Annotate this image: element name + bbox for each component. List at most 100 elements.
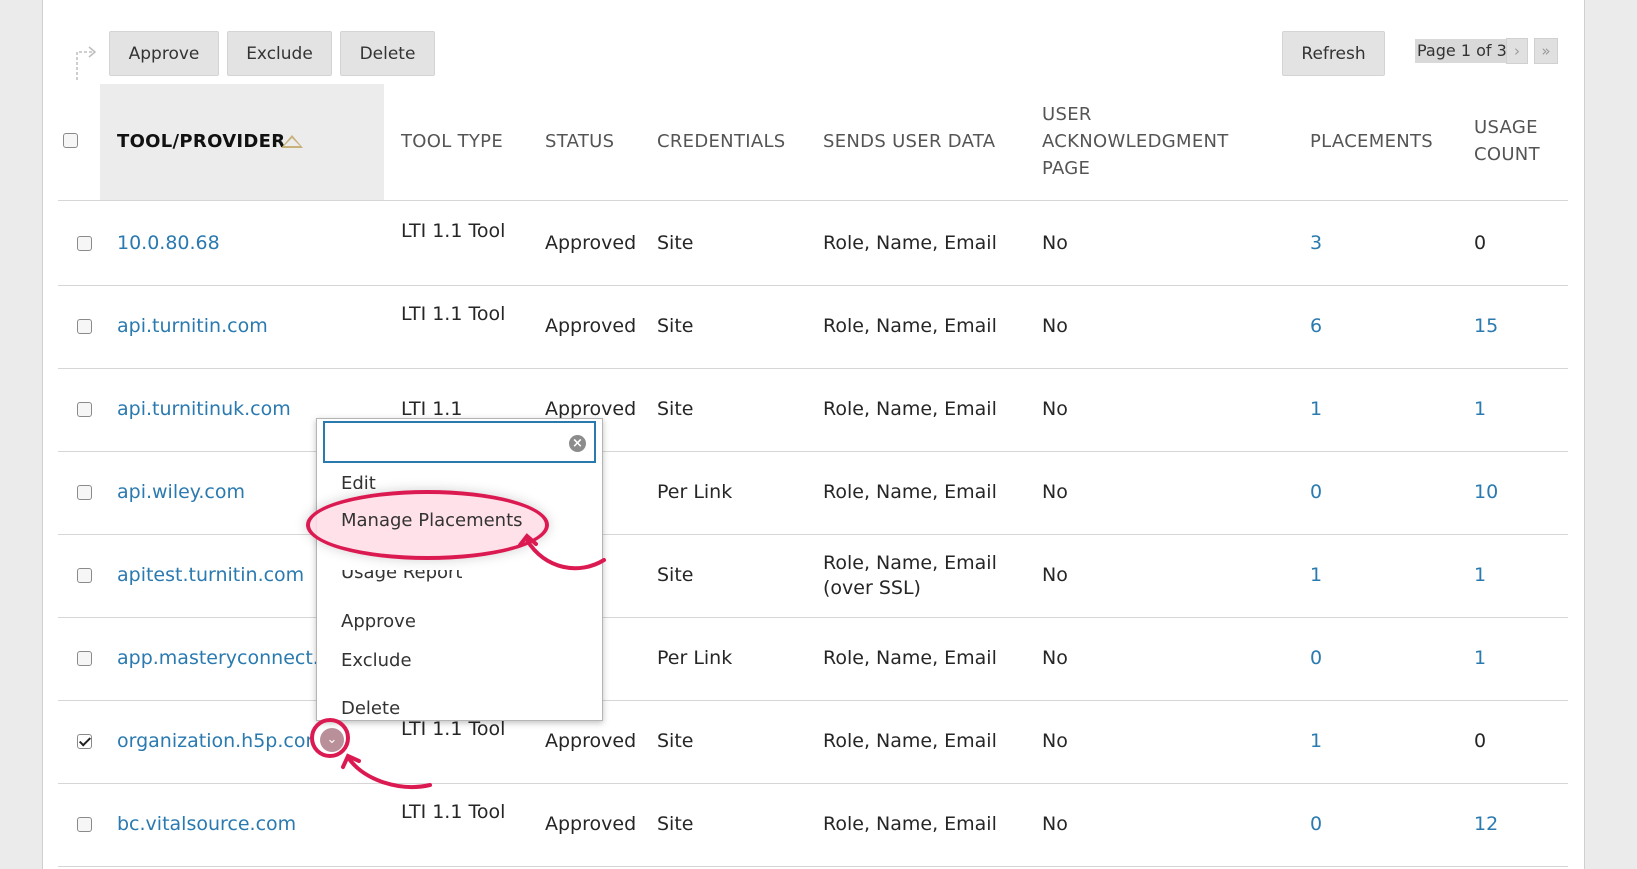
cell-placements[interactable]: 0 bbox=[1310, 480, 1322, 505]
row-checkbox[interactable] bbox=[77, 568, 92, 583]
row-divider bbox=[58, 866, 1568, 867]
cell-usage[interactable]: 1 bbox=[1474, 646, 1486, 671]
column-header-usage-count[interactable]: USAGE COUNT bbox=[1474, 114, 1554, 168]
row-checkbox[interactable] bbox=[77, 319, 92, 334]
cell-status: Approved bbox=[545, 730, 637, 752]
menu-search-input[interactable]: × bbox=[323, 421, 596, 463]
cell-credentials: Per Link bbox=[657, 481, 733, 503]
page-indicator: Page 1 of 3 bbox=[1415, 39, 1509, 63]
cell-sends: Role, Name, Email bbox=[823, 398, 997, 420]
column-header-credentials[interactable]: CREDENTIALS bbox=[657, 128, 786, 155]
cell-ack: No bbox=[1042, 730, 1068, 752]
delete-button[interactable]: Delete bbox=[340, 31, 435, 76]
cell-sends: Role, Name, Email bbox=[823, 730, 997, 752]
cell-placements[interactable]: 1 bbox=[1310, 729, 1322, 754]
exclude-button[interactable]: Exclude bbox=[227, 31, 332, 76]
sort-ascending-icon bbox=[281, 135, 303, 148]
cell-ack: No bbox=[1042, 481, 1068, 503]
cell-provider[interactable]: api.turnitinuk.com bbox=[117, 397, 291, 422]
cell-placements[interactable]: 6 bbox=[1310, 314, 1322, 339]
menu-item-usage-report-label: Usage Report bbox=[341, 570, 463, 583]
approve-button[interactable]: Approve bbox=[109, 31, 219, 76]
cell-usage[interactable]: 1 bbox=[1474, 563, 1486, 588]
cell-ack: No bbox=[1042, 564, 1068, 586]
bulk-action-arrow-icon bbox=[76, 46, 97, 80]
cell-provider[interactable]: app.masteryconnect.c bbox=[117, 646, 329, 671]
column-header-status[interactable]: STATUS bbox=[545, 128, 614, 155]
row-checkbox[interactable] bbox=[77, 485, 92, 500]
cell-placements[interactable]: 1 bbox=[1310, 397, 1322, 422]
cell-sends: Role, Name, Email bbox=[823, 813, 997, 835]
header-divider bbox=[58, 200, 1568, 201]
double-chevron-right-icon[interactable]: » bbox=[1534, 38, 1558, 64]
cell-credentials: Site bbox=[657, 564, 694, 586]
column-header-placements[interactable]: PLACEMENTS bbox=[1310, 128, 1433, 155]
cell-ack: No bbox=[1042, 315, 1068, 337]
cell-credentials: Site bbox=[657, 315, 694, 337]
cell-credentials: Site bbox=[657, 398, 694, 420]
menu-item-delete[interactable]: Delete bbox=[341, 698, 400, 719]
row-divider bbox=[58, 783, 1568, 784]
clear-circle-icon[interactable]: × bbox=[569, 435, 586, 452]
column-header-user-ack-page[interactable]: USER ACKNOWLEDGMENT PAGE bbox=[1042, 101, 1252, 182]
menu-item-approve[interactable]: Approve bbox=[341, 611, 416, 632]
cell-usage[interactable]: 15 bbox=[1474, 314, 1498, 339]
cell-credentials: Per Link bbox=[657, 647, 733, 669]
cell-provider[interactable]: apitest.turnitin.com bbox=[117, 563, 304, 588]
menu-item-exclude[interactable]: Exclude bbox=[341, 650, 412, 671]
cell-placements[interactable]: 3 bbox=[1310, 231, 1322, 256]
row-checkbox[interactable] bbox=[77, 817, 92, 832]
chevron-right-icon[interactable]: › bbox=[1506, 38, 1528, 64]
cell-usage: 0 bbox=[1474, 730, 1487, 752]
cell-provider[interactable]: api.wiley.com bbox=[117, 480, 245, 505]
row-checkbox[interactable] bbox=[77, 734, 92, 749]
cell-ack: No bbox=[1042, 813, 1068, 835]
cell-placements[interactable]: 0 bbox=[1310, 812, 1322, 837]
cell-provider[interactable]: organization.h5p.cor bbox=[117, 729, 313, 754]
cell-sends: Role, Name, Email bbox=[823, 481, 997, 503]
row-checkbox[interactable] bbox=[77, 236, 92, 251]
cell-provider[interactable]: api.turnitin.com bbox=[117, 314, 268, 339]
cell-ack: No bbox=[1042, 232, 1068, 254]
column-header-sends-user-data[interactable]: SENDS USER DATA bbox=[823, 128, 995, 155]
menu-item-usage-report[interactable]: Usage Report bbox=[341, 570, 462, 584]
select-all-checkbox[interactable] bbox=[63, 133, 78, 148]
menu-item-edit[interactable]: Edit bbox=[341, 473, 376, 489]
cell-type: LTI 1.1 Tool bbox=[401, 801, 506, 823]
cell-status: Approved bbox=[545, 315, 637, 337]
cell-sends: Role, Name, Email bbox=[823, 232, 997, 254]
cell-placements[interactable]: 1 bbox=[1310, 563, 1322, 588]
row-checkbox[interactable] bbox=[77, 651, 92, 666]
cell-placements[interactable]: 0 bbox=[1310, 646, 1322, 671]
row-divider bbox=[58, 534, 1568, 535]
cell-usage[interactable]: 1 bbox=[1474, 397, 1486, 422]
cell-credentials: Site bbox=[657, 730, 694, 752]
cell-sends: Role, Name, Email bbox=[823, 315, 997, 337]
cell-provider[interactable]: 10.0.80.68 bbox=[117, 231, 220, 256]
column-header-tool-provider[interactable]: TOOL/PROVIDER bbox=[117, 128, 285, 155]
chevron-down-icon[interactable]: ⌄ bbox=[320, 728, 344, 752]
cell-sends: Role, Name, Email bbox=[823, 647, 997, 669]
cell-usage[interactable]: 12 bbox=[1474, 812, 1498, 837]
cell-provider[interactable]: bc.vitalsource.com bbox=[117, 812, 296, 837]
refresh-button[interactable]: Refresh bbox=[1282, 31, 1385, 76]
menu-item-manage-placements[interactable]: Manage Placements bbox=[341, 510, 523, 531]
row-divider bbox=[58, 368, 1568, 369]
cell-usage[interactable]: 10 bbox=[1474, 480, 1498, 505]
row-divider bbox=[58, 617, 1568, 618]
cell-status: Approved bbox=[545, 813, 637, 835]
cell-type: LTI 1.1 Tool bbox=[401, 303, 506, 325]
column-header-tool-type[interactable]: TOOL TYPE bbox=[401, 128, 503, 155]
row-divider bbox=[58, 700, 1568, 701]
context-menu: × Edit Usage Report Approve Exclude Dele… bbox=[316, 418, 603, 721]
cell-credentials: Site bbox=[657, 813, 694, 835]
cell-ack: No bbox=[1042, 398, 1068, 420]
row-divider bbox=[58, 451, 1568, 452]
cell-usage: 0 bbox=[1474, 232, 1487, 254]
cell-status: Approved bbox=[545, 232, 637, 254]
cell-credentials: Site bbox=[657, 232, 694, 254]
cell-ack: No bbox=[1042, 647, 1068, 669]
cell-sends: Role, Name, Email (over SSL) bbox=[823, 552, 997, 599]
cell-type: LTI 1.1 Tool bbox=[401, 220, 506, 242]
row-checkbox[interactable] bbox=[77, 402, 92, 417]
